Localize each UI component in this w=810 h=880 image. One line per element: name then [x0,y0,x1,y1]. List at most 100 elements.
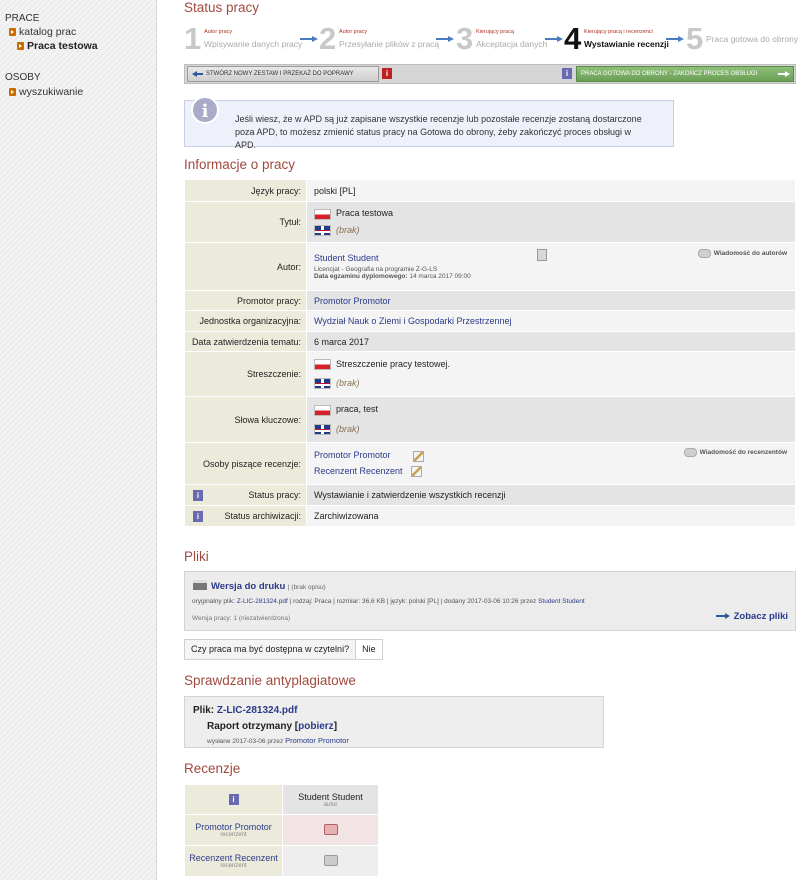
reviewer-role: recenzent [220,832,247,838]
step-actor: Kierujący pracą i recenzenci [584,29,653,35]
recenzje-title: Recenzje [184,761,241,776]
message-label: Wiadomość do autorów [713,250,787,258]
author-link[interactable]: Student Student [314,253,379,263]
bullet-icon [9,28,16,36]
column-header: Student Student autor [282,784,379,815]
arrow-left-icon [192,71,203,77]
abstract-en: (brak) [336,378,360,388]
table-row: Autor: Student Student Wiadomość do auto… [184,242,796,291]
row-label: i Status archiwizacji: [184,505,307,527]
row-value: Praca testowa (brak) [306,201,796,243]
step-label: Wystawianie recenzji [584,39,669,49]
arrow-right-icon [715,613,730,620]
arrow-right-icon [300,36,318,42]
promotor-link[interactable]: Promotor Promotor [314,296,391,306]
info-box-text: Jeśli wiesz, że w APD są już zapisane ws… [235,114,642,150]
sender-link[interactable]: Promotor Promotor [285,736,349,745]
message-authors-link[interactable]: Wiadomość do autorów [697,249,787,258]
original-file-link[interactable]: Z-LIC-281324.pdf [237,598,288,605]
row-value: Wiadomość do recenzentów Promotor Promot… [306,442,796,485]
step-number: 2 [319,21,337,56]
reviewer-link[interactable]: Promotor Promotor [314,450,391,460]
status-steps: 1 Autor pracy Wpisywanie danych pracy 2 … [184,21,798,56]
info-icon[interactable]: i [382,68,392,79]
faculty-link[interactable]: Wydział Nauk o Ziemi i Gospodarki Przest… [314,316,512,326]
row-label: Autor: [184,242,307,291]
informacje-title: Informacje o pracy [184,157,296,172]
student-name: Student Student [298,791,363,802]
info-icon[interactable]: i [562,68,572,79]
info-table: Język pracy: polski [PL] Tytuł: Praca te… [184,179,796,527]
header-corner: i [184,784,283,815]
info-circle-icon: i [191,96,219,124]
pliki-title: Pliki [184,549,209,564]
row-value: Zarchiwizowana [306,505,796,527]
reviews-table: i Student Student autor Promotor Promoto… [184,784,379,877]
review-edit-icon[interactable] [323,854,338,866]
back-to-corrections-button[interactable]: Stwórz nowy zestaw i przekaż do poprawy [187,66,379,82]
view-files-link[interactable]: Zobacz pliki [715,611,788,622]
bullet-icon [17,42,24,50]
keywords-pl: praca, test [336,404,379,415]
reviewer-name[interactable]: Recenzent Recenzent [185,853,282,863]
arrow-right-icon [545,36,563,42]
row-header: Promotor Promotor recenzent [184,814,283,846]
table-row: Tytuł: Praca testowa (brak) [184,201,796,243]
sidebar-item-katalog[interactable]: katalog prac [9,26,76,38]
message-reviewers-link[interactable]: Wiadomość do recenzentów [683,448,787,457]
row-label: Streszczenie: [184,351,307,397]
download-report-link[interactable]: pobierz [298,721,334,732]
bullet-icon [9,88,16,96]
sent-info: wysłane 2017-03-06 przez Promotor Promot… [207,736,349,745]
table-row: Słowa kluczowe: praca, test (brak) [184,396,796,443]
row-label: Słowa kluczowe: [184,396,307,443]
step-number: 1 [184,21,202,56]
review-edit-icon[interactable] [323,823,338,835]
speech-bubble-icon [697,249,711,258]
printer-icon [193,580,207,590]
label-text: Status pracy: [248,490,301,500]
print-version-link[interactable]: Wersja do druku [211,581,285,592]
row-value: Wystawianie i zatwierdzenie wszystkich r… [306,484,796,506]
info-icon[interactable]: i [193,511,203,522]
link-label: Zobacz pliki [733,611,788,622]
document-icon[interactable] [537,249,547,261]
info-icon[interactable]: i [193,490,203,501]
arrow-right-icon [778,71,790,77]
abstract-pl: Streszczenie pracy testowej. [336,358,451,369]
table-row: i Status pracy: Wystawianie i zatwierdzen… [184,484,796,506]
table-row: Data zatwierdzenia tematu: 6 marca 2017 [184,331,796,352]
review-cell[interactable] [282,845,379,877]
polish-flag-icon [314,208,331,220]
uploader-link[interactable]: Student Student [538,598,585,605]
step-label: Przesyłanie plików z pracą [339,39,440,49]
polish-flag-icon [314,404,331,416]
table-row: Promotor pracy: Promotor Promotor [184,290,796,311]
row-value: 6 marca 2017 [306,331,796,352]
row-value: Wydział Nauk o Ziemi i Gospodarki Przest… [306,310,796,332]
file-box: Wersja do druku | (brak opisu) oryginaln… [184,571,796,631]
info-icon[interactable]: i [228,794,239,805]
edit-pencil-icon[interactable] [410,465,422,477]
reviewer-link[interactable]: Recenzent Recenzent [314,466,403,476]
report-status: Raport otrzymany [207,721,293,732]
file-label: Plik: [193,705,215,716]
step-actor: Autor pracy [204,29,233,35]
edit-pencil-icon[interactable] [412,450,424,462]
reading-room-row: Czy praca ma być dostępna w czytelni? Ni… [184,639,383,660]
table-row: i Student Student autor [184,784,379,815]
review-cell[interactable] [282,814,379,846]
row-value: Student Student Wiadomość do autorów Lic… [306,242,796,291]
sidebar-item-label: katalog prac [19,26,77,38]
antiplagiarism-file-link[interactable]: Z-LIC-281324.pdf [217,705,298,716]
reviewer-name[interactable]: Promotor Promotor [185,822,282,832]
speech-bubble-icon [683,448,697,457]
ready-for-defense-button[interactable]: Praca gotowa do obrony - zakończ proces … [576,66,794,82]
row-header: Recenzent Recenzent recenzent [184,845,283,877]
exam-date: 14 marca 2017 09:00 [409,273,471,280]
row-value: praca, test (brak) [306,396,796,443]
reading-room-question: Czy praca ma być dostępna w czytelni? [185,640,357,659]
row-label: Promotor pracy: [184,290,307,311]
sidebar-item-wyszukiwanie[interactable]: wyszukiwanie [9,86,83,98]
sidebar-item-praca-testowa[interactable]: Praca testowa [17,40,98,52]
